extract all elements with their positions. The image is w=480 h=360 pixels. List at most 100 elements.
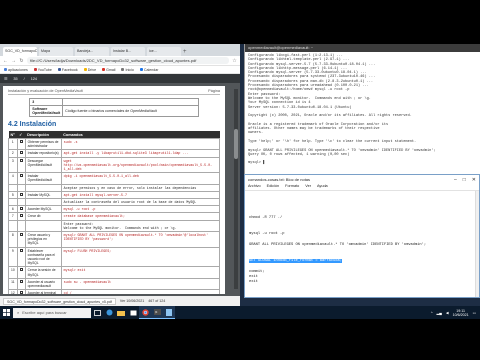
notepad-text-area[interactable]: chmod -R 777 ./mysql -u root -p GRANT ALL… xyxy=(245,191,479,297)
browser-tab[interactable]: SGC_VD_formapoDo... xyxy=(3,47,37,56)
facebook-icon xyxy=(57,68,61,71)
browser-tab[interactable]: Mapa xyxy=(39,47,73,56)
back-icon[interactable]: ← xyxy=(3,58,8,64)
browser-tab[interactable]: Bandeja... xyxy=(75,47,109,56)
notepad-menubar: Archivo Edición Formato Ver Ayuda xyxy=(245,184,479,191)
download-bar: SGC_VD_formapoDo32_software_gestion_clou… xyxy=(0,296,240,306)
edge-icon[interactable] xyxy=(103,306,115,319)
gmail-icon xyxy=(102,68,106,71)
new-tab-icon[interactable]: + xyxy=(183,49,191,56)
notepad-window[interactable]: comandos-cosas.txt: Bloc de notas – □ ✕ … xyxy=(244,174,480,298)
menu-archivo[interactable]: Archivo xyxy=(248,184,261,190)
bookmark-item[interactable]: Drive xyxy=(83,68,96,72)
checkbox[interactable] xyxy=(19,214,23,218)
browser-tab[interactable]: ioe... xyxy=(147,47,181,56)
checkbox[interactable] xyxy=(19,233,23,237)
store-icon[interactable] xyxy=(127,306,139,319)
table-header-row: Nº ✓ Descripción Comandos xyxy=(8,131,220,139)
bookmark-item[interactable]: Gmail xyxy=(102,68,115,72)
step-number: 6 xyxy=(8,205,18,214)
step-description: Establecer contraseña para el usuario ro… xyxy=(24,246,62,268)
step-number: 12 xyxy=(8,289,18,294)
info-value xyxy=(62,98,199,106)
checkbox[interactable] xyxy=(19,291,23,294)
checkbox[interactable] xyxy=(19,151,23,155)
pdf-page: Instalación y evaluación de OpenMediaVau… xyxy=(3,86,225,294)
bookmark-label: aplicaciones xyxy=(8,67,28,72)
menu-ayuda[interactable]: Ayuda xyxy=(317,184,328,190)
letterbox-bottom xyxy=(0,319,480,360)
command-text: mysql -u root -p xyxy=(63,207,96,212)
step-command: wget http://ws.openmediavault.org/openme… xyxy=(60,156,221,174)
bookmark-item[interactable]: Calendar xyxy=(139,68,158,72)
checkbox[interactable] xyxy=(19,248,23,252)
notepad-app-icon[interactable] xyxy=(163,306,175,319)
step-number xyxy=(8,183,18,192)
step-description: Crear db xyxy=(24,212,62,221)
checkbox[interactable] xyxy=(19,268,23,272)
step-command: Actualizar la contraseña del usuario roo… xyxy=(60,198,221,207)
bookmark-item[interactable]: aplicaciones xyxy=(4,68,28,72)
reload-icon[interactable]: ↻ xyxy=(19,58,24,64)
calendar-icon xyxy=(139,68,143,71)
bookmark-item[interactable]: Inicio xyxy=(121,68,134,72)
bookmark-label: Gmail xyxy=(106,67,116,72)
scroll-thumb[interactable] xyxy=(234,129,238,159)
chevron-up-icon[interactable]: ^ xyxy=(431,311,433,315)
checkbox[interactable] xyxy=(19,192,23,196)
pdf-viewer[interactable]: Instalación y evaluación de OpenMediaVau… xyxy=(0,83,240,296)
star-icon[interactable]: ☆ xyxy=(232,58,237,64)
terminal-output[interactable]: Configurando libcgi-fast-perl (1:2.13-1)… xyxy=(245,52,480,168)
pdf-toolbar: ☰ 35 / 124 xyxy=(0,74,240,83)
file-explorer-icon[interactable] xyxy=(115,306,127,319)
step-command: apt-get install -y libaprutil1-dbd-sqlit… xyxy=(60,149,221,158)
volume-icon[interactable]: ◀ xyxy=(446,311,449,315)
checkbox[interactable] xyxy=(19,174,23,178)
clock[interactable]: 19:11 10/6/2021 xyxy=(453,309,469,317)
close-icon[interactable]: ✕ xyxy=(472,177,476,183)
menu-edicion[interactable]: Edición xyxy=(267,184,279,190)
drive-icon xyxy=(83,68,87,71)
command-text: apt-get install mysql-server-5.7 xyxy=(63,192,127,197)
checkbox[interactable] xyxy=(19,207,23,211)
windows-start-icon[interactable] xyxy=(0,306,13,319)
menu-formato[interactable]: Formato xyxy=(285,184,299,190)
checkbox[interactable] xyxy=(19,279,23,283)
bookmark-label: YouTube xyxy=(37,67,52,72)
minimize-icon[interactable]: – xyxy=(454,177,457,183)
pdf-header-title: Instalación y evaluación de OpenMediaVau… xyxy=(8,89,83,93)
forward-icon[interactable]: → xyxy=(11,58,16,64)
checkbox[interactable] xyxy=(19,158,23,162)
pdf-scrollbar[interactable] xyxy=(234,89,238,289)
menu-ver[interactable]: Ver xyxy=(305,184,311,190)
bookmark-item[interactable]: YouTube xyxy=(33,67,52,72)
step-number: 5 xyxy=(8,190,18,200)
download-info: Ver 10/06/2021 xyxy=(119,299,145,303)
step-check xyxy=(16,289,26,294)
terminal-window[interactable]: openmediavault@openmediavault: ~ Configu… xyxy=(244,44,480,174)
notepad-scrollbar[interactable] xyxy=(475,191,479,297)
pdf-page-number[interactable]: 35 xyxy=(13,77,17,81)
browser-tab[interactable]: Instalar B... xyxy=(111,47,145,56)
chrome-icon[interactable] xyxy=(139,306,151,319)
menu-icon[interactable]: ☰ xyxy=(4,76,7,81)
table-row: 12 Acceder al terminal cd / xyxy=(8,289,221,294)
maximize-icon[interactable]: □ xyxy=(463,177,466,183)
task-view-icon[interactable] xyxy=(91,306,103,319)
download-pages: 467 of 124 xyxy=(148,299,166,303)
step-check xyxy=(16,266,26,279)
url-bar[interactable]: file:///C:/Users/ladja/Downloads/2DC_VD_… xyxy=(27,57,229,64)
bookmark-item[interactable]: Facebook xyxy=(57,68,78,72)
step-number: 8 xyxy=(8,231,18,248)
table-row: Actualizar la contraseña del usuario roo… xyxy=(8,198,221,207)
network-icon[interactable]: ▂▄ xyxy=(437,311,442,315)
notification-icon[interactable]: ▭ xyxy=(473,311,476,315)
terminal-app-icon[interactable]: > xyxy=(151,306,163,319)
taskbar-search-input[interactable]: ⌕ Escribe aquí para buscar xyxy=(13,307,91,318)
column-header: Descripción xyxy=(25,131,62,139)
search-placeholder: Escribe aquí para buscar xyxy=(22,309,67,315)
step-number: 9 xyxy=(8,246,18,268)
download-item[interactable]: SGC_VD_formapoDo32_software_gestion_clou… xyxy=(3,297,116,305)
youtube-icon xyxy=(33,68,37,71)
checkbox[interactable] xyxy=(19,140,23,143)
